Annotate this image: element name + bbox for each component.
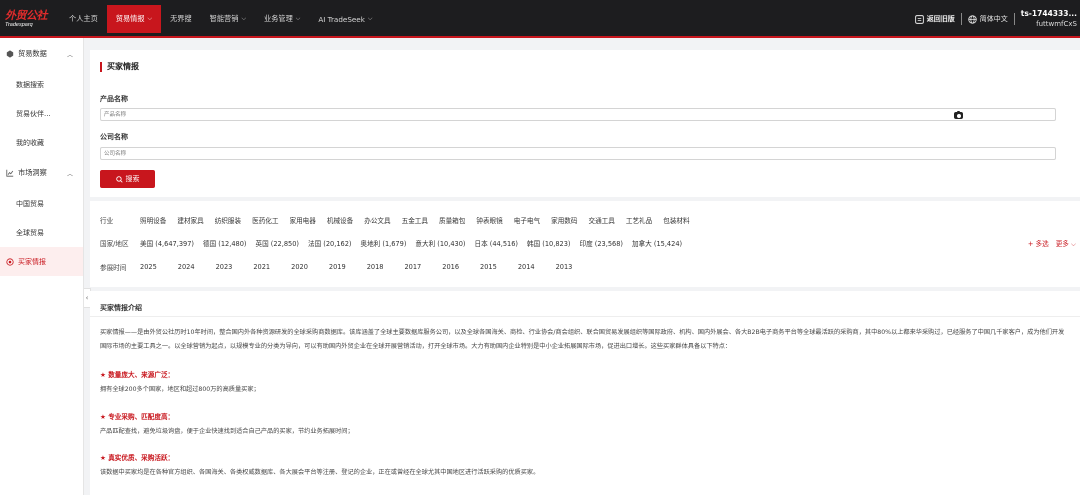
feature-title: ★ 数量庞大、来源广泛： bbox=[100, 371, 175, 379]
country-option[interactable]: 意大利 (10,430) bbox=[415, 238, 465, 248]
sidebar-item-buyer-intelligence[interactable]: 买家情报 bbox=[0, 247, 83, 276]
year-option[interactable]: 2021 bbox=[253, 263, 270, 271]
country-option[interactable]: 美国 (4,647,397) bbox=[140, 238, 194, 248]
country-option[interactable]: 印度 (23,568) bbox=[580, 238, 624, 248]
intro-title: 买家情报介绍 bbox=[100, 304, 142, 312]
year-option[interactable]: 2017 bbox=[404, 263, 421, 271]
country-option[interactable]: 韩国 (10,823) bbox=[527, 238, 571, 248]
user-account-menu[interactable]: ts-1744333... futtwmfCxS bbox=[1015, 9, 1080, 29]
nav-smart-marketing[interactable]: 智能营销 ⌵ bbox=[201, 0, 255, 38]
nav-business-management[interactable]: 业务管理 ⌵ bbox=[255, 0, 309, 38]
nav-trade-intelligence[interactable]: 贸易情报 ⌵ bbox=[106, 5, 162, 33]
industry-option[interactable]: 五金工具 bbox=[402, 215, 428, 225]
sidebar-group-market-insight[interactable]: 市场洞察 ︿ bbox=[0, 157, 83, 189]
chevron-down-icon: ⌵ bbox=[295, 15, 301, 22]
chevron-left-icon: ‹ bbox=[85, 294, 89, 302]
chevron-down-icon: ⌵ bbox=[1071, 240, 1076, 248]
country-option[interactable]: 日本 (44,516) bbox=[475, 238, 519, 248]
industry-option[interactable]: 办公文具 bbox=[364, 215, 390, 225]
company-name-input[interactable] bbox=[100, 147, 1056, 160]
feature-title: ★ 专业采购、匹配度高： bbox=[100, 413, 175, 421]
industry-filter-row: 行业 照明设备 建材家具 纺织服装 医药化工 家用电器 机械设备 办公文具 五金工具 质量箱包钟… bbox=[100, 215, 690, 225]
switch-version-icon bbox=[914, 14, 924, 24]
tradesparq-logo[interactable]: 外贸公社 Tradesparq bbox=[0, 0, 56, 38]
more-button[interactable]: 更多 ⌵ bbox=[1056, 238, 1076, 249]
industry-option[interactable]: 交通工具 bbox=[589, 215, 615, 225]
nav-personal-home[interactable]: 个人主页 bbox=[60, 0, 107, 38]
target-icon bbox=[6, 257, 14, 266]
industry-option[interactable]: 质量箱包 bbox=[439, 215, 465, 225]
year-option[interactable]: 2013 bbox=[556, 263, 573, 271]
image-search-camera-icon[interactable] bbox=[954, 110, 963, 119]
industry-option[interactable]: 工艺礼品 bbox=[626, 215, 652, 225]
country-option[interactable]: 法国 (20,162) bbox=[308, 238, 352, 248]
search-icon bbox=[115, 175, 123, 183]
logo-mark: 外贸公社 bbox=[5, 9, 48, 22]
country-option[interactable]: 奥地利 (1,679) bbox=[361, 238, 407, 248]
sidebar-item-favorites[interactable]: 我的收藏 bbox=[0, 128, 83, 157]
chevron-up-icon: ︿ bbox=[66, 170, 73, 178]
feature-description: 产品匹配查找，避免垃圾询盘，便于企业快速找到适合自己产品的买家，节约业务拓展时间… bbox=[100, 428, 354, 435]
company-name-label: 公司名称 bbox=[100, 133, 128, 141]
country-option[interactable]: 加拿大 (15,424) bbox=[632, 238, 682, 248]
feature-title: ★ 真实优质、采购活跃： bbox=[100, 454, 175, 462]
year-option[interactable]: 2019 bbox=[329, 263, 346, 271]
chevron-down-icon: ⌵ bbox=[147, 15, 153, 22]
industry-option[interactable]: 包装材料 bbox=[663, 215, 689, 225]
industry-option[interactable]: 钟表眼镜 bbox=[476, 215, 502, 225]
industry-option[interactable]: 医药化工 bbox=[252, 215, 278, 225]
trade-data-icon bbox=[6, 50, 14, 58]
year-option[interactable]: 2025 bbox=[140, 263, 157, 271]
sidebar-group-trade-data[interactable]: 贸易数据 ︿ bbox=[0, 38, 83, 70]
nav-unlimited-search[interactable]: 无界搜 bbox=[161, 0, 201, 38]
chevron-down-icon: ⌵ bbox=[241, 15, 246, 22]
feature-description: 拥有全球200多个国家，地区和超过800万的高质量买家； bbox=[100, 386, 260, 393]
year-option[interactable]: 2016 bbox=[442, 263, 459, 271]
multi-select-button[interactable]: + 多选 bbox=[1028, 238, 1049, 249]
filter-panel: 行业 照明设备 建材家具 纺织服装 医药化工 家用电器 机械设备 办公文具 五金工具 质量箱包钟… bbox=[90, 201, 1080, 287]
feature-description: 该数据中买家均是在各种官方组织、各国海关、各类权威数据库、各大展会平台等注册、登… bbox=[100, 469, 540, 476]
industry-option[interactable]: 照明设备 bbox=[140, 215, 166, 225]
product-name-label: 产品名称 bbox=[100, 95, 128, 103]
year-option[interactable]: 2014 bbox=[518, 263, 535, 271]
sidebar-item-china-trade[interactable]: 中国贸易 bbox=[0, 189, 83, 218]
page-title: 买家情报 bbox=[100, 61, 139, 72]
intro-panel: 买家情报介绍 买家情报——是由外贸公社历时10年时间，整合国内外各种资源研发的全… bbox=[90, 291, 1080, 495]
year-option[interactable]: 2023 bbox=[216, 263, 233, 271]
industry-option[interactable]: 建材家具 bbox=[177, 215, 203, 225]
chevron-down-icon: ⌵ bbox=[367, 15, 373, 22]
search-panel: 买家情报 产品名称 公司名称 搜索 bbox=[90, 50, 1080, 197]
intro-paragraph: 买家情报——是由外贸公社历时10年时间，整合国内外各种资源研发的全球采购商数据库… bbox=[100, 329, 1065, 350]
nav-ai-tradeseek[interactable]: AI TradeSeek ⌵ bbox=[309, 0, 381, 38]
industry-option[interactable]: 家用数码 bbox=[551, 215, 577, 225]
product-name-input[interactable] bbox=[100, 108, 1056, 121]
industry-option[interactable]: 纺织服装 bbox=[215, 215, 241, 225]
year-option[interactable]: 2015 bbox=[480, 263, 497, 271]
return-old-version-button[interactable]: 返回旧版 bbox=[909, 14, 961, 24]
country-option[interactable]: 英国 (22,850) bbox=[256, 238, 300, 248]
sidebar-item-global-trade[interactable]: 全球贸易 bbox=[0, 218, 83, 247]
top-navigation-bar: 外贸公社 Tradesparq 个人主页 贸易情报 ⌵ 无界搜 智能营销 ⌵ 业务管… bbox=[0, 0, 1080, 38]
industry-option[interactable]: 电子电气 bbox=[514, 215, 540, 225]
globe-icon bbox=[968, 14, 977, 24]
industry-option[interactable]: 家用电器 bbox=[290, 215, 316, 225]
year-option[interactable]: 2024 bbox=[178, 263, 195, 271]
language-selector[interactable]: 简体中文 bbox=[962, 14, 1014, 24]
industry-option[interactable]: 机械设备 bbox=[327, 215, 353, 225]
country-filter-row: 国家/地区 美国 (4,647,397) 德国 (12,480) 英国 (22,85… bbox=[100, 238, 683, 248]
logo-text: Tradesparq bbox=[5, 22, 33, 28]
divider bbox=[90, 316, 1080, 317]
chevron-up-icon: ︿ bbox=[66, 51, 73, 59]
sidebar-item-data-search[interactable]: 数据搜索 bbox=[0, 70, 83, 99]
chart-icon bbox=[6, 169, 14, 177]
title-accent-bar bbox=[100, 61, 102, 72]
country-option[interactable]: 德国 (12,480) bbox=[203, 238, 247, 248]
sidebar: 贸易数据 ︿ 数据搜索 贸易伙伴... 我的收藏 市场洞察 ︿ 中国贸易 全球贸… bbox=[0, 38, 84, 495]
year-filter-row: 参展时间 2025 2024 2023 2021 2020 2019 2018 2017 201… bbox=[100, 263, 573, 272]
year-option[interactable]: 2020 bbox=[291, 263, 308, 271]
sidebar-item-trade-partners[interactable]: 贸易伙伴... bbox=[0, 99, 83, 128]
country-filter-actions: + 多选 更多 ⌵ bbox=[1028, 238, 1076, 249]
search-button[interactable]: 搜索 bbox=[100, 170, 155, 188]
year-option[interactable]: 2018 bbox=[367, 263, 384, 271]
